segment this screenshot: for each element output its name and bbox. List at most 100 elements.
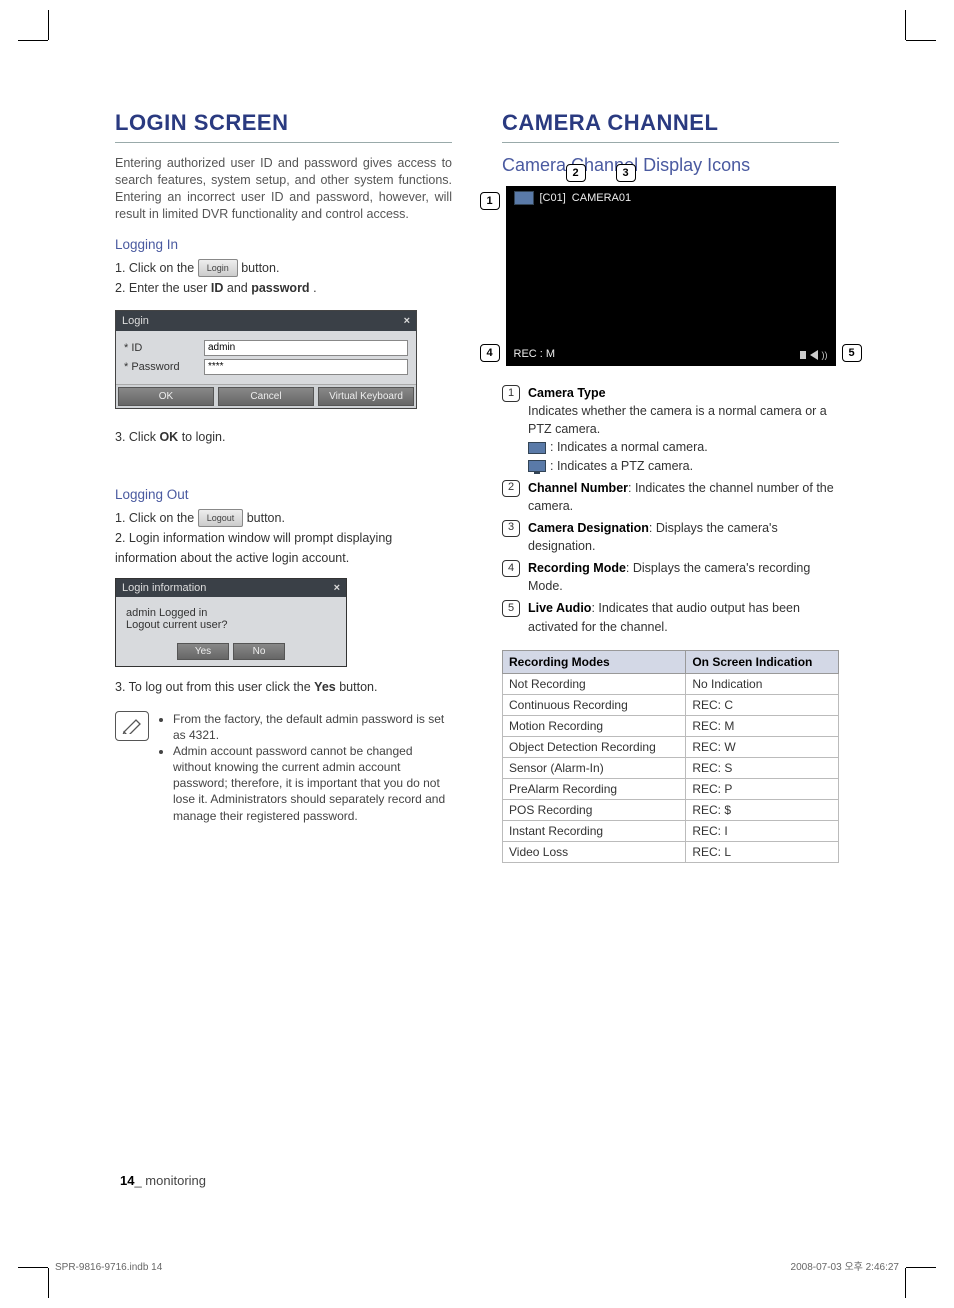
table-cell: REC: M xyxy=(686,715,839,736)
annotation-text: Channel Number: Indicates the channel nu… xyxy=(528,479,839,515)
table-cell: Not Recording xyxy=(503,673,686,694)
annotation-row: 3 Camera Designation: Displays the camera… xyxy=(502,519,839,555)
table-row: PreAlarm RecordingREC: P xyxy=(503,778,839,799)
text: Yes xyxy=(314,680,336,694)
logout-steps: 1. Click on the Logout button. 2. Login … xyxy=(115,508,452,568)
close-icon[interactable]: × xyxy=(404,315,410,327)
text: . xyxy=(313,281,316,295)
table-header: On Screen Indication xyxy=(686,650,839,673)
table-cell: REC: W xyxy=(686,736,839,757)
callout-2: 2 xyxy=(566,164,586,182)
note-icon xyxy=(115,711,149,741)
table-cell: Object Detection Recording xyxy=(503,736,686,757)
login-intro: Entering authorized user ID and password… xyxy=(115,155,452,223)
recording-mode-label: REC : M xyxy=(514,348,556,360)
annotation-number: 5 xyxy=(502,600,520,617)
callout-5: 5 xyxy=(842,344,862,362)
text: 3. To log out from this user click the xyxy=(115,680,314,694)
note-item: Admin account password cannot be changed… xyxy=(173,743,452,824)
yes-button[interactable]: Yes xyxy=(177,643,229,660)
logging-out-head: Logging Out xyxy=(115,487,452,502)
text: ID xyxy=(211,281,224,295)
annotation-row: 4 Recording Mode: Displays the camera's r… xyxy=(502,559,839,595)
password-input[interactable] xyxy=(204,359,408,375)
virtual-keyboard-button[interactable]: Virtual Keyboard xyxy=(318,387,414,406)
info-line1: admin Logged in xyxy=(126,607,336,619)
table-row: Object Detection RecordingREC: W xyxy=(503,736,839,757)
ok-button[interactable]: OK xyxy=(118,387,214,406)
camera-designation: CAMERA01 xyxy=(572,192,631,204)
table-cell: Video Loss xyxy=(503,841,686,862)
login-info-dialog: Login information × admin Logged in Logo… xyxy=(115,578,347,667)
id-label: * ID xyxy=(124,342,204,354)
login-button-graphic: Login xyxy=(198,259,238,277)
annotation-text: Camera Designation: Displays the camera'… xyxy=(528,519,839,555)
table-row: Continuous RecordingREC: C xyxy=(503,694,839,715)
camera-panel: 1 2 3 4 5 [C01] CAMERA01 REC : M )) xyxy=(506,186,836,366)
table-header: Recording Modes xyxy=(503,650,686,673)
table-cell: PreAlarm Recording xyxy=(503,778,686,799)
annotation-number: 2 xyxy=(502,480,520,497)
annotation-number: 3 xyxy=(502,520,520,537)
text: button. xyxy=(241,261,279,275)
password-label: * Password xyxy=(124,361,204,373)
cancel-button[interactable]: Cancel xyxy=(218,387,314,406)
section-name: _ monitoring xyxy=(134,1173,206,1188)
text: and xyxy=(227,281,251,295)
note-item: From the factory, the default admin pass… xyxy=(173,711,452,743)
table-cell: REC: $ xyxy=(686,799,839,820)
text: 1. Click on the xyxy=(115,261,198,275)
table-cell: No Indication xyxy=(686,673,839,694)
callout-1: 1 xyxy=(480,192,500,210)
table-cell: Continuous Recording xyxy=(503,694,686,715)
table-cell: REC: P xyxy=(686,778,839,799)
recording-modes-table: Recording Modes On Screen Indication Not… xyxy=(502,650,839,863)
table-row: POS RecordingREC: $ xyxy=(503,799,839,820)
table-cell: Sensor (Alarm-In) xyxy=(503,757,686,778)
live-audio-icon: )) xyxy=(800,350,828,360)
text: 1. Click on the xyxy=(115,511,198,525)
text: OK xyxy=(159,430,178,444)
no-button[interactable]: No xyxy=(233,643,285,660)
table-cell: POS Recording xyxy=(503,799,686,820)
callout-3: 3 xyxy=(616,164,636,182)
annotation-number: 4 xyxy=(502,560,520,577)
print-info-right: 2008-07-03 오후 2:46:27 xyxy=(791,1258,899,1273)
channel-number: [C01] xyxy=(540,192,566,204)
id-input[interactable] xyxy=(204,340,408,356)
table-row: Not RecordingNo Indication xyxy=(503,673,839,694)
logout-button-graphic: Logout xyxy=(198,509,244,527)
table-row: Video LossREC: L xyxy=(503,841,839,862)
camera-subheading: Camera Channel Display Icons xyxy=(502,155,839,176)
table-row: Sensor (Alarm-In)REC: S xyxy=(503,757,839,778)
table-cell: REC: I xyxy=(686,820,839,841)
table-cell: Motion Recording xyxy=(503,715,686,736)
text: password xyxy=(251,281,309,295)
camera-heading: CAMERA CHANNEL xyxy=(502,110,839,143)
text: 3. Click xyxy=(115,430,159,444)
camera-type-icon xyxy=(514,191,534,205)
callout-4: 4 xyxy=(480,344,500,362)
close-icon[interactable]: × xyxy=(334,582,340,594)
text: button. xyxy=(247,511,285,525)
annotation-text: Live Audio: Indicates that audio output … xyxy=(528,599,839,635)
info-line2: Logout current user? xyxy=(126,619,336,631)
logging-in-head: Logging In xyxy=(115,237,452,252)
table-cell: Instant Recording xyxy=(503,820,686,841)
annotation-text: Camera TypeIndicates whether the camera … xyxy=(528,384,839,475)
annotation-text: Recording Mode: Displays the camera's re… xyxy=(528,559,839,595)
table-row: Instant RecordingREC: I xyxy=(503,820,839,841)
annotation-number: 1 xyxy=(502,385,520,402)
annotation-row: 1 Camera TypeIndicates whether the camera… xyxy=(502,384,839,475)
text: 2. Enter the user xyxy=(115,281,211,295)
text: button. xyxy=(339,680,377,694)
text: to login. xyxy=(182,430,226,444)
logout-step3: 3. To log out from this user click the Y… xyxy=(115,677,452,697)
login-heading: LOGIN SCREEN xyxy=(115,110,452,143)
table-cell: REC: C xyxy=(686,694,839,715)
login-dialog: Login × * ID * Password OK Cancel xyxy=(115,310,417,409)
login-dialog-title: Login xyxy=(122,315,149,327)
annotation-row: 2 Channel Number: Indicates the channel n… xyxy=(502,479,839,515)
table-row: Motion RecordingREC: M xyxy=(503,715,839,736)
table-cell: REC: L xyxy=(686,841,839,862)
